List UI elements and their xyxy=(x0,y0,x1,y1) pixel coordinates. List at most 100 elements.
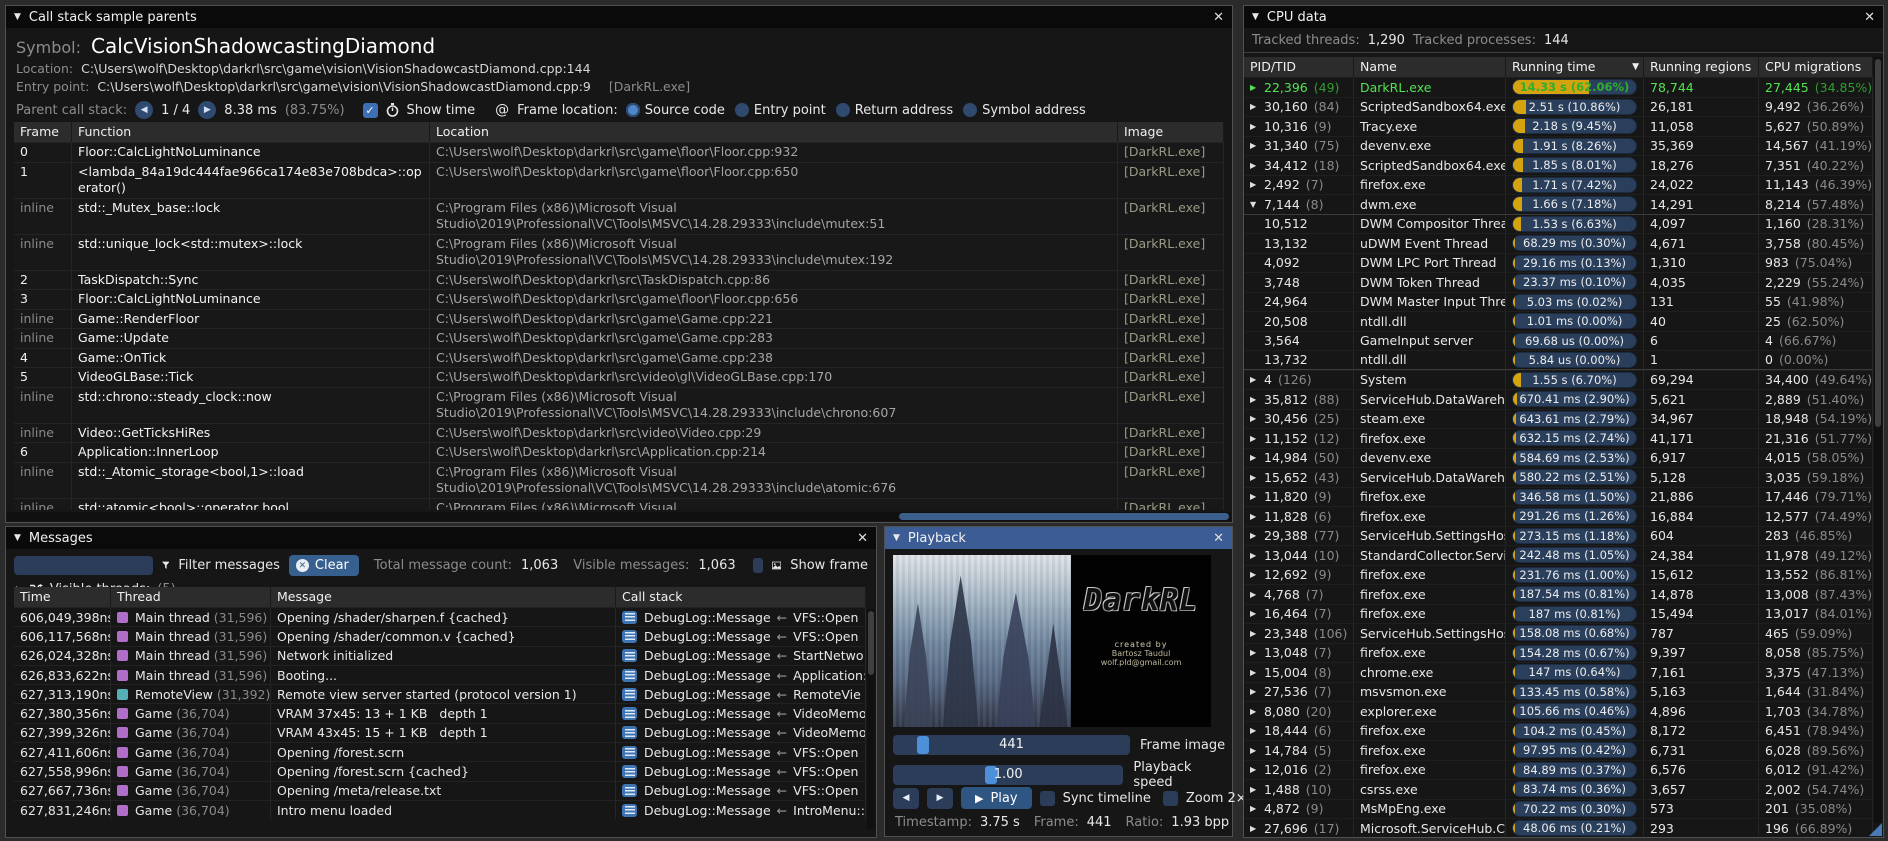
expand-arrow-icon[interactable]: ▶ xyxy=(1250,434,1264,443)
message-callstack[interactable]: DebugLog::Message←VideoMemo xyxy=(616,724,866,742)
sync-timeline-checkbox[interactable] xyxy=(1040,791,1055,806)
process-row[interactable]: ▶12,016(2)firefox.exe84.89 ms (0.37%)6,5… xyxy=(1244,760,1873,780)
frame-location-radio[interactable] xyxy=(836,103,850,117)
callstack-row[interactable]: inlineGame::UpdateC:\Users\wolf\Desktop\… xyxy=(14,328,1224,348)
expand-arrow-icon[interactable]: ▶ xyxy=(1250,609,1264,618)
expand-arrow-icon[interactable]: ▶ xyxy=(1250,414,1264,423)
expand-arrow-icon[interactable]: ▶ xyxy=(1250,687,1264,696)
column-header[interactable]: Running regions xyxy=(1644,57,1759,77)
scrollbar-thumb[interactable] xyxy=(899,513,1229,520)
scrollbar-thumb[interactable] xyxy=(1875,59,1881,427)
message-row[interactable]: 627,380,356nsGame (36,704)VRAM 37x45: 13… xyxy=(14,703,866,722)
column-header[interactable]: Location xyxy=(430,122,1118,142)
message-row[interactable]: 627,831,246nsGame (36,704)Intro menu loa… xyxy=(14,800,866,819)
expand-arrow-icon[interactable]: ▶ xyxy=(1250,83,1264,92)
process-row[interactable]: ▶4,872(9)MsMpEng.exe70.22 ms (0.30%)5732… xyxy=(1244,799,1873,819)
callstack-row[interactable]: 3Floor::CalcLightNoLuminanceC:\Users\wol… xyxy=(14,289,1224,309)
process-row[interactable]: ▶27,696(17)Microsoft.ServiceHub.Co48.06 … xyxy=(1244,818,1873,836)
column-header[interactable]: CPU migrations xyxy=(1759,57,1873,77)
expand-arrow-icon[interactable]: ▶ xyxy=(1250,804,1264,813)
process-row[interactable]: ▶27,536(7)msvsmon.exe133.45 ms (0.58%)5,… xyxy=(1244,682,1873,702)
expand-arrow-icon[interactable]: ▶ xyxy=(1250,648,1264,657)
expand-arrow-icon[interactable]: ▶ xyxy=(1250,453,1264,462)
callstack-row[interactable]: 0Floor::CalcLightNoLuminanceC:\Users\wol… xyxy=(14,142,1224,162)
message-callstack[interactable]: DebugLog::Message←VideoMemo xyxy=(616,704,866,722)
collapse-icon[interactable]: ▼ xyxy=(14,12,21,22)
slider-thumb[interactable] xyxy=(917,736,929,754)
expand-arrow-icon[interactable]: ▶ xyxy=(1250,473,1264,482)
expand-arrow-icon[interactable]: ▶ xyxy=(1250,492,1264,501)
expand-arrow-icon[interactable]: ▶ xyxy=(1250,375,1264,384)
frame-image-slider[interactable]: 441 xyxy=(893,735,1130,755)
process-row[interactable]: ▶10,316(9)Tracy.exe2.18 s (9.45%)11,0585… xyxy=(1244,116,1873,136)
column-header[interactable]: Frame xyxy=(14,122,72,142)
collapse-icon[interactable]: ▼ xyxy=(14,533,21,543)
process-row[interactable]: ▶30,456(25)steam.exe643.61 ms (2.79%)34,… xyxy=(1244,409,1873,429)
process-row[interactable]: 3,748DWM Token Thread23.37 ms (0.10%)4,0… xyxy=(1244,272,1873,292)
process-row[interactable]: ▶4(126)System1.55 s (6.70%)69,29434,400 … xyxy=(1244,370,1873,390)
column-header[interactable]: Image xyxy=(1118,122,1224,142)
process-row[interactable]: ▶13,044(10)StandardCollector.Servic242.4… xyxy=(1244,545,1873,565)
expand-arrow-icon[interactable]: ▶ xyxy=(1250,161,1264,170)
show-frame-checkbox[interactable] xyxy=(753,558,764,573)
expand-arrow-icon[interactable]: ▶ xyxy=(1250,707,1264,716)
column-header[interactable]: Time xyxy=(14,587,111,607)
playback-speed-slider[interactable]: 1.00 xyxy=(893,765,1123,785)
frame-location-radio[interactable] xyxy=(963,103,977,117)
callstack-row[interactable]: inlinestd::chrono::steady_clock::nowC:\P… xyxy=(14,387,1224,423)
step-back-button[interactable]: ◀ xyxy=(893,788,919,809)
expand-arrow-icon[interactable]: ▶ xyxy=(1250,122,1264,131)
callstack-row[interactable]: 1<lambda_84a19dc444fae966ca174e83e708bdc… xyxy=(14,162,1224,198)
message-callstack[interactable]: DebugLog::Message←RemoteVie xyxy=(616,685,866,703)
callstack-row[interactable]: inlineGame::RenderFloorC:\Users\wolf\Des… xyxy=(14,309,1224,329)
callstack-row[interactable]: 4Game::OnTickC:\Users\wolf\Desktop\darkr… xyxy=(14,348,1224,368)
process-row[interactable]: ▶13,048(7)firefox.exe154.28 ms (0.67%)9,… xyxy=(1244,643,1873,663)
process-row[interactable]: 13,132uDWM Event Thread68.29 ms (0.30%)4… xyxy=(1244,233,1873,253)
process-row[interactable]: 3,564GameInput server69.68 us (0.00%)64 … xyxy=(1244,331,1873,351)
process-row[interactable]: 4,092DWM LPC Port Thread29.16 ms (0.13%)… xyxy=(1244,253,1873,273)
process-row[interactable]: ▼7,144(8)dwm.exe1.66 s (7.18%)14,2918,21… xyxy=(1244,194,1873,214)
expand-arrow-icon[interactable]: ▶ xyxy=(1250,512,1264,521)
expand-arrow-icon[interactable]: ▶ xyxy=(1250,785,1264,794)
expand-arrow-icon[interactable]: ▶ xyxy=(1250,551,1264,560)
process-row[interactable]: ▶23,348(106)ServiceHub.SettingsHost158.0… xyxy=(1244,623,1873,643)
process-row[interactable]: ▶11,152(12)firefox.exe632.15 ms (2.74%)4… xyxy=(1244,428,1873,448)
process-row[interactable]: ▶11,820(9)firefox.exe346.58 ms (1.50%)21… xyxy=(1244,487,1873,507)
column-header[interactable]: Name xyxy=(1354,57,1506,77)
process-row[interactable]: 20,508ntdll.dll1.01 ms (0.00%)4025 (62.5… xyxy=(1244,311,1873,331)
expand-arrow-icon[interactable]: ▶ xyxy=(1250,629,1264,638)
callstack-row[interactable]: 6Application::InnerLoopC:\Users\wolf\Des… xyxy=(14,442,1224,462)
process-row[interactable]: ▶14,784(5)firefox.exe97.95 ms (0.42%)6,7… xyxy=(1244,740,1873,760)
column-header[interactable]: Call stack xyxy=(616,587,866,607)
message-row[interactable]: 626,024,328nsMain thread (31,596)Network… xyxy=(14,646,866,665)
message-row[interactable]: 627,558,996nsGame (36,704)Opening /fores… xyxy=(14,761,866,780)
callstack-row[interactable]: inlinestd::atomic<bool>::operator boolC:… xyxy=(14,498,1224,511)
process-row[interactable]: ▶22,396(49)DarkRL.exe14.33 s (62.06%)78,… xyxy=(1244,77,1873,97)
process-row[interactable]: 10,512DWM Compositor Thread1.53 s (6.63%… xyxy=(1244,214,1873,234)
message-row[interactable]: 627,411,606nsGame (36,704)Opening /fores… xyxy=(14,742,866,761)
process-row[interactable]: 13,732ntdll.dll5.84 us (0.00%)10 (0.00%) xyxy=(1244,350,1873,370)
process-row[interactable]: ▶11,828(6)firefox.exe291.26 ms (1.26%)16… xyxy=(1244,506,1873,526)
callstack-row[interactable]: inlinestd::_Atomic_storage<bool,1>::load… xyxy=(14,462,1224,498)
expand-arrow-icon[interactable]: ▶ xyxy=(1250,531,1264,540)
filter-input[interactable] xyxy=(14,556,153,575)
process-row[interactable]: ▶16,464(7)firefox.exe187 ms (0.81%)15,49… xyxy=(1244,604,1873,624)
process-row[interactable]: ▶18,444(6)firefox.exe104.2 ms (0.45%)8,1… xyxy=(1244,721,1873,741)
process-row[interactable]: ▶34,412(18)ScriptedSandbox64.exe1.85 s (… xyxy=(1244,155,1873,175)
close-icon[interactable]: ✕ xyxy=(857,531,868,546)
collapse-arrow-icon[interactable]: ▼ xyxy=(1250,200,1264,209)
callstack-row[interactable]: inlineVideo::GetTicksHiResC:\Users\wolf\… xyxy=(14,423,1224,443)
column-header[interactable]: PID/TID xyxy=(1244,57,1354,77)
scrollbar-thumb[interactable] xyxy=(868,611,874,675)
message-row[interactable]: 627,313,190nsRemoteView (31,392)Remote v… xyxy=(14,684,866,703)
step-forward-button[interactable]: ▶ xyxy=(927,788,953,809)
collapse-icon[interactable]: ▼ xyxy=(893,533,900,543)
callstack-row[interactable]: inlinestd::_Mutex_base::lockC:\Program F… xyxy=(14,198,1224,234)
message-callstack[interactable]: DebugLog::Message←VFS::Open xyxy=(616,627,866,645)
message-callstack[interactable]: DebugLog::Message←IntroMenu:: xyxy=(616,801,866,819)
message-row[interactable]: 627,667,736nsGame (36,704)Opening /meta/… xyxy=(14,781,866,800)
message-callstack[interactable]: DebugLog::Message←VFS::Open xyxy=(616,782,866,800)
process-row[interactable]: ▶30,160(84)ScriptedSandbox64.exe2.51 s (… xyxy=(1244,97,1873,117)
frame-location-radio[interactable] xyxy=(626,103,640,117)
close-icon[interactable]: ✕ xyxy=(1213,531,1224,546)
